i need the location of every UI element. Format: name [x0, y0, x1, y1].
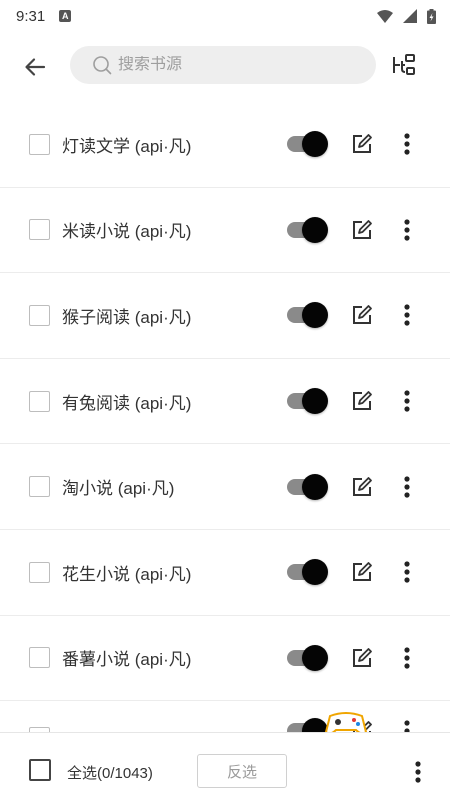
arrow-left-icon [25, 58, 46, 76]
edit-icon [353, 391, 372, 411]
switch-thumb [302, 216, 328, 243]
search-icon [93, 56, 112, 75]
status-time: 9:31 [16, 7, 46, 25]
switch-thumb [302, 302, 328, 329]
switch-thumb [302, 717, 328, 732]
edit-button[interactable] [350, 218, 374, 242]
more-button[interactable] [396, 217, 418, 243]
more-vert-icon [415, 761, 421, 783]
more-vert-icon [404, 133, 410, 155]
more-button[interactable] [396, 302, 418, 328]
source-name: 番薯小说 (api·凡) [62, 650, 192, 670]
row-checkbox[interactable] [29, 561, 50, 583]
enable-switch[interactable] [287, 131, 329, 158]
invert-selection-button[interactable]: 反选 [197, 754, 287, 788]
group-tree-icon [393, 54, 415, 75]
more-vert-icon [404, 561, 410, 583]
source-row[interactable]: 淘小说 (api·凡) [0, 444, 450, 530]
enable-switch[interactable] [287, 559, 329, 586]
source-name: 猴子阅读 (api·凡) [62, 307, 192, 327]
more-button[interactable] [396, 559, 418, 585]
row-checkbox[interactable] [29, 476, 50, 498]
status-bar-left: 9:31 A [16, 7, 72, 25]
more-button[interactable] [396, 131, 418, 157]
more-vert-icon [404, 720, 410, 732]
source-name: 淘小说 (api·凡) [62, 479, 175, 499]
switch-thumb [302, 388, 328, 415]
edit-icon [353, 562, 372, 582]
select-all-checkbox[interactable] [29, 759, 51, 781]
select-all-label[interactable]: 全选(0/1043) [67, 762, 153, 783]
more-vert-icon [404, 647, 410, 669]
wifi-icon [377, 9, 393, 23]
edit-icon [353, 134, 372, 154]
edit-icon [353, 476, 372, 496]
status-bar-right [377, 8, 436, 24]
row-checkbox[interactable] [29, 647, 50, 669]
source-row[interactable]: 有兔阅读 (api·凡) [0, 359, 450, 445]
source-row[interactable]: 猴子阅读 (api·凡) [0, 273, 450, 359]
bottom-more-button[interactable] [408, 759, 428, 785]
row-checkbox[interactable] [29, 390, 50, 412]
edit-button[interactable] [350, 560, 374, 584]
enable-switch[interactable] [287, 717, 329, 732]
enable-switch[interactable] [287, 473, 329, 500]
edit-icon [353, 219, 372, 239]
more-vert-icon [404, 476, 410, 498]
source-name: 米读小说 (api·凡) [62, 222, 192, 242]
more-button[interactable] [396, 388, 418, 414]
source-row[interactable]: 灯读文学 (api·凡) [0, 102, 450, 188]
switch-thumb [302, 131, 328, 158]
battery-icon [427, 8, 436, 24]
more-button[interactable] [396, 645, 418, 671]
enable-switch[interactable] [287, 302, 329, 329]
more-button[interactable] [396, 474, 418, 500]
source-row[interactable]: 花生小说 (api·凡) [0, 530, 450, 616]
more-vert-icon [404, 390, 410, 412]
edit-icon [353, 647, 372, 667]
source-row[interactable]: 番薯小说 (api·凡) [0, 616, 450, 702]
status-bar: 9:31 A [0, 0, 450, 32]
edit-button[interactable] [350, 303, 374, 327]
back-button[interactable] [20, 52, 50, 82]
source-row[interactable]: 米读小说 (api·凡) [0, 188, 450, 274]
app-bar [0, 32, 450, 102]
enable-switch[interactable] [287, 216, 329, 243]
edit-button[interactable] [350, 719, 374, 732]
edit-button[interactable] [350, 475, 374, 499]
edit-button[interactable] [350, 389, 374, 413]
row-checkbox[interactable] [29, 133, 50, 155]
enable-switch[interactable] [287, 644, 329, 671]
edit-button[interactable] [350, 646, 374, 670]
more-button[interactable] [396, 718, 418, 732]
search-input[interactable] [118, 56, 368, 74]
group-button[interactable] [390, 50, 420, 80]
source-list: 灯读文学 (api·凡) 米读小说 (api·凡) 猴子阅读 (api·凡) 有… [0, 102, 450, 732]
switch-thumb [302, 559, 328, 586]
more-vert-icon [404, 304, 410, 327]
source-name: 灯读文学 (api·凡) [62, 136, 192, 156]
source-name: 花生小说 (api·凡) [62, 564, 192, 584]
more-vert-icon [404, 219, 410, 241]
bottom-bar: 全选(0/1043) 反选 [0, 732, 450, 800]
source-name: 有兔阅读 (api·凡) [62, 393, 192, 413]
switch-thumb [302, 644, 328, 671]
signal-icon [403, 9, 417, 23]
edit-button[interactable] [350, 132, 374, 156]
switch-thumb [302, 473, 328, 500]
a-notification-icon: A [59, 10, 72, 22]
source-row[interactable]: 灵猫小说 (api·凡) [0, 701, 450, 732]
enable-switch[interactable] [287, 388, 329, 415]
row-checkbox[interactable] [29, 219, 50, 241]
edit-icon [353, 720, 372, 732]
search-box[interactable] [70, 46, 376, 84]
edit-icon [353, 305, 372, 325]
row-checkbox[interactable] [29, 304, 50, 326]
